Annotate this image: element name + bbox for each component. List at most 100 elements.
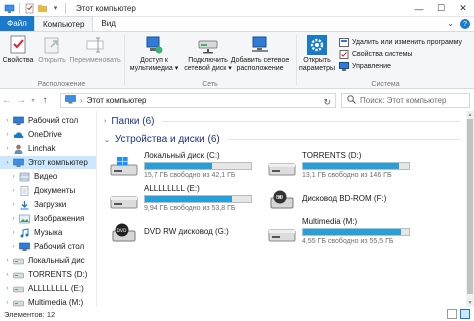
tab-view[interactable]: Вид [93,16,123,31]
add-network-location-button[interactable]: Добавить сетевое расположение [229,35,291,73]
section-devices[interactable]: ⌄ Устройства и диски (6) [104,134,460,145]
chevron-right-icon[interactable]: › [10,230,17,236]
chevron-right-icon[interactable]: › [10,174,17,180]
computer-icon [4,3,15,14]
close-button[interactable]: ✕ [452,0,474,17]
chevron-right-icon[interactable]: › [4,286,11,292]
drive-free-space: 15,7 ГБ свободно из 42,1 ГБ [144,172,236,179]
chevron-right-icon[interactable]: › [4,300,11,306]
media-access-button[interactable]: Доступ к мультимедиа ▾ [127,35,181,73]
nav-item-label: OneDrive [28,130,62,139]
nav-item[interactable]: › Рабочий стол [0,240,96,253]
nav-item[interactable]: › TORRENTS (D:) [0,268,96,281]
chevron-right-icon[interactable]: › [10,244,17,250]
chevron-right-icon[interactable]: › [4,132,11,138]
section-devices-title: Устройства и диски (6) [114,134,220,145]
tab-file[interactable]: Файл [0,16,34,31]
scroll-up-icon[interactable]: ▲ [466,111,474,119]
nav-item[interactable]: › Документы [0,184,96,197]
breadcrumb-separator: › [80,96,83,105]
properties-button[interactable]: Свойства [3,35,33,65]
drive-tile[interactable]: BD Дисковод BD-ROM (F:) [268,184,428,214]
uninstall-program-button[interactable]: Удалить или изменить программу [339,38,462,47]
open-settings-button[interactable]: Открыть параметры [297,35,337,73]
recent-locations-button[interactable]: ▾ [28,97,38,104]
details-view-icon[interactable] [447,309,457,319]
drive-free-space: 4,55 ГБ свободно из 55,5 ГБ [302,238,394,245]
drive-tile[interactable]: DVD DVD RW дисковод (G:) [110,217,270,247]
nav-item[interactable]: › Рабочий стол [0,114,96,127]
computer-icon [65,95,76,106]
address-bar-row: ← → ▾ ↑ › Этот компьютер ↻ Поиск: Этот к… [0,89,474,111]
new-folder-icon[interactable] [37,3,48,14]
nav-item[interactable]: › Multimedia (M:) [0,296,96,308]
video-icon [19,172,30,182]
open-button[interactable]: Открыть [36,35,68,65]
nav-item[interactable]: › Linchak [0,142,96,155]
search-input[interactable]: Поиск: Этот компьютер [341,93,470,108]
nav-item[interactable]: › Локальный дис [0,254,96,267]
section-divider [162,121,460,122]
ribbon-group-label: Расположение [37,81,86,88]
nav-item[interactable]: › OneDrive [0,128,96,141]
chevron-right-icon[interactable]: › [4,160,11,166]
drive-tile[interactable]: Локальный диск (C:) 15,7 ГБ свободно из 4… [110,151,270,181]
drive-name: Дисковод BD-ROM (F:) [302,194,387,203]
drive-tile[interactable]: Multimedia (M:) 4,55 ГБ свободно из 55,5 … [268,217,428,247]
minimize-button[interactable]: — [408,0,430,17]
drive-usage-fill [145,163,212,169]
chevron-right-icon[interactable]: › [10,216,17,222]
chevron-right-icon[interactable]: › [10,202,17,208]
chevron-right-icon[interactable]: › [4,146,11,152]
help-icon[interactable]: ? [460,19,470,29]
quick-access-toolbar: ▾ Этот компьютер [0,0,136,17]
dvd-drive-icon: DVD [110,223,138,243]
qat-divider [19,2,20,14]
back-button[interactable]: ← [0,95,14,106]
drive-icon [13,298,24,308]
drive-tile[interactable]: ALLLLLLLL (E:) 9,94 ГБ свободно из 53,8 Г… [110,184,270,214]
search-icon [347,95,356,106]
nav-item[interactable]: › Этот компьютер [0,156,96,169]
nav-item[interactable]: › ALLLLLLLL (E:) [0,282,96,295]
network-drive-icon [197,35,219,55]
properties-icon[interactable] [24,3,35,14]
forward-button[interactable]: → [14,95,28,106]
programs-icon [339,38,349,47]
nav-item[interactable]: › Загрузки [0,198,96,211]
nav-item[interactable]: › Музыка [0,226,96,239]
customize-qat-icon[interactable]: ▾ [50,3,61,14]
nav-item[interactable]: › Видео [0,170,96,183]
drive-name: TORRENTS (D:) [302,151,362,160]
hard-drive-icon [110,190,138,210]
scrollbar-thumb[interactable] [467,119,473,294]
up-button[interactable]: ↑ [38,95,52,106]
chevron-right-icon[interactable]: › [10,188,17,194]
rename-icon [84,35,106,55]
drive-tile[interactable]: TORRENTS (D:) 13,1 ГБ свободно из 146 ГБ [268,151,428,181]
system-properties-button[interactable]: Свойства системы [339,50,412,59]
drive-usage-bar [302,228,410,236]
chevron-right-icon[interactable]: › [4,272,11,278]
manage-button[interactable]: Управление [339,62,391,71]
section-folders-title: Папки (6) [111,116,155,127]
vertical-scrollbar[interactable]: ▲ ▼ [466,111,474,307]
expand-ribbon-icon[interactable]: ⌄ [447,19,454,29]
tiles-view-icon[interactable] [460,309,470,319]
section-folders[interactable]: › Папки (6) [104,116,460,127]
maximize-button[interactable]: ☐ [430,0,452,17]
chevron-right-icon[interactable]: › [4,118,11,124]
address-box[interactable]: › Этот компьютер ↻ [60,93,336,108]
scroll-down-icon[interactable]: ▼ [466,299,474,307]
drive-usage-fill [145,196,232,202]
breadcrumb-this-pc[interactable]: Этот компьютер [87,96,147,105]
chevron-right-icon[interactable]: › [4,258,11,264]
map-network-drive-button[interactable]: Подключить сетевой диск ▾ [180,35,236,73]
refresh-icon[interactable]: ↻ [323,97,331,108]
nav-item[interactable]: › Изображения [0,212,96,225]
rename-button[interactable]: Переименовать [69,35,121,65]
window-title: Этот компьютер [76,3,136,13]
hard-drive-icon [268,223,296,243]
ribbon-group-location: Свойства Открыть Переименовать Расположе… [0,32,123,89]
tab-computer[interactable]: Компьютер [34,16,94,31]
